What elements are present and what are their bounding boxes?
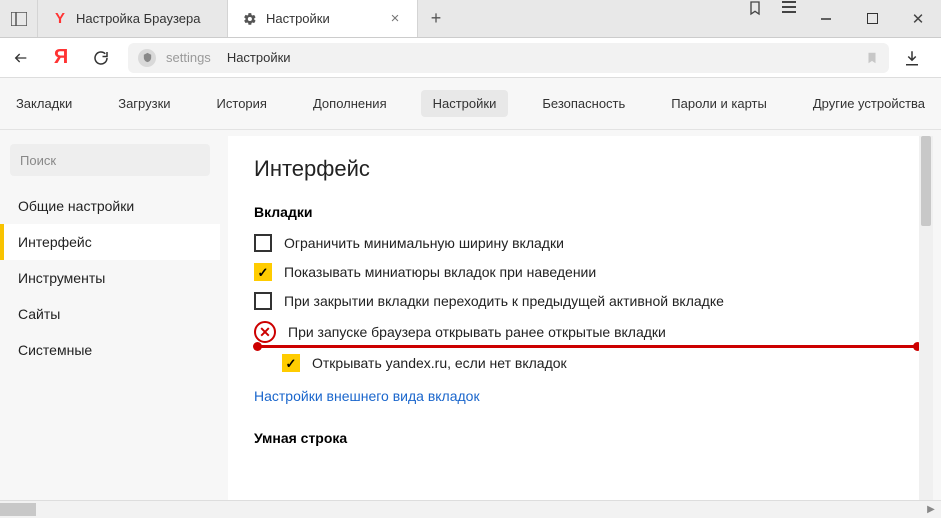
address-bar: Я settings Настройки (0, 38, 941, 78)
toolbar-right (747, 0, 797, 37)
settings-topnav: Закладки Загрузки История Дополнения Нас… (0, 78, 941, 130)
window-controls: ✕ (803, 0, 941, 37)
panel-toggle-button[interactable] (0, 0, 38, 37)
sidebar-item-system[interactable]: Системные (0, 332, 220, 368)
checkbox-open-yandex-if-empty[interactable]: Открывать yandex.ru, если нет вкладок (282, 354, 907, 372)
omnibox[interactable]: settings Настройки (128, 43, 889, 73)
checkbox-label: Показывать миниатюры вкладок при наведен… (284, 264, 596, 280)
minimize-button[interactable] (803, 13, 849, 25)
tab-title: Настройки (266, 11, 379, 26)
search-placeholder: Поиск (20, 153, 56, 168)
nav-downloads[interactable]: Загрузки (106, 90, 182, 117)
checkbox-icon[interactable] (282, 354, 300, 372)
checkbox-icon[interactable] (254, 234, 272, 252)
titlebar: Y Настройка Браузера Настройки × + ✕ (0, 0, 941, 38)
sidebar-item-tools[interactable]: Инструменты (0, 260, 220, 296)
menu-icon[interactable] (781, 0, 797, 37)
new-tab-button[interactable]: + (418, 0, 454, 37)
back-button[interactable] (8, 45, 34, 71)
tab-strip: Y Настройка Браузера Настройки × + (38, 0, 747, 37)
nav-settings[interactable]: Настройки (421, 90, 509, 117)
checkbox-restore-tabs[interactable]: При запуске браузера открывать ранее отк… (254, 321, 914, 343)
sidebar-item-general[interactable]: Общие настройки (0, 188, 220, 224)
url-host: settings (166, 50, 211, 65)
scroll-right-icon[interactable]: ▶ (923, 501, 939, 518)
content: Поиск Общие настройки Интерфейс Инструме… (0, 130, 941, 500)
url-path: Настройки (227, 50, 291, 65)
downloads-button[interactable] (903, 49, 933, 67)
checkbox-label: Открывать yandex.ru, если нет вкладок (312, 355, 567, 371)
yandex-icon: Y (52, 11, 68, 27)
checkbox-label: При закрытии вкладки переходить к предыд… (284, 293, 724, 309)
checkbox-icon[interactable] (254, 292, 272, 310)
checkbox-tab-previews[interactable]: Показывать миниатюры вкладок при наведен… (254, 263, 907, 281)
close-icon[interactable]: × (387, 10, 403, 27)
tab-browser-settings[interactable]: Y Настройка Браузера (38, 0, 228, 37)
scrollbar-thumb[interactable] (921, 136, 931, 226)
nav-passwords[interactable]: Пароли и карты (659, 90, 779, 117)
scrollbar-thumb[interactable] (0, 503, 36, 516)
search-input[interactable]: Поиск (10, 144, 210, 176)
close-button[interactable]: ✕ (895, 10, 941, 28)
section-tabs-title: Вкладки (254, 204, 907, 220)
maximize-button[interactable] (849, 13, 895, 24)
annotation-underline (255, 345, 920, 348)
section-smartline-title: Умная строка (254, 430, 907, 446)
checkbox-icon[interactable] (254, 263, 272, 281)
link-tab-appearance[interactable]: Настройки внешнего вида вкладок (254, 388, 907, 404)
nav-history[interactable]: История (205, 90, 279, 117)
settings-main: Интерфейс Вкладки Ограничить минимальную… (228, 136, 933, 500)
checkbox-label: Ограничить минимальную ширину вкладки (284, 235, 564, 251)
vertical-scrollbar[interactable] (919, 136, 933, 500)
nav-other-devices[interactable]: Другие устройства (801, 90, 937, 117)
checkbox-close-to-previous[interactable]: При закрытии вкладки переходить к предыд… (254, 292, 907, 310)
panel-icon (11, 12, 27, 26)
checkbox-label: При запуске браузера открывать ранее отк… (288, 324, 666, 340)
home-button[interactable]: Я (48, 45, 74, 71)
gear-icon (242, 11, 258, 27)
tab-title: Настройка Браузера (76, 11, 213, 26)
reload-button[interactable] (88, 45, 114, 71)
sidebar-item-interface[interactable]: Интерфейс (0, 224, 220, 260)
nav-addons[interactable]: Дополнения (301, 90, 399, 117)
nav-bookmarks[interactable]: Закладки (4, 90, 84, 117)
sidebar-item-sites[interactable]: Сайты (0, 296, 220, 332)
nav-security[interactable]: Безопасность (530, 90, 637, 117)
horizontal-scrollbar[interactable]: ▶ (0, 500, 941, 518)
checkbox-min-tab-width[interactable]: Ограничить минимальную ширину вкладки (254, 234, 907, 252)
settings-sidebar: Поиск Общие настройки Интерфейс Инструме… (0, 130, 220, 500)
page-title: Интерфейс (254, 156, 907, 182)
bookmark-icon[interactable] (865, 50, 879, 66)
annotation-cross-icon (254, 321, 276, 343)
bookmark-flag-icon[interactable] (747, 0, 763, 37)
site-info-icon[interactable] (138, 49, 156, 67)
tab-settings[interactable]: Настройки × (228, 0, 418, 37)
